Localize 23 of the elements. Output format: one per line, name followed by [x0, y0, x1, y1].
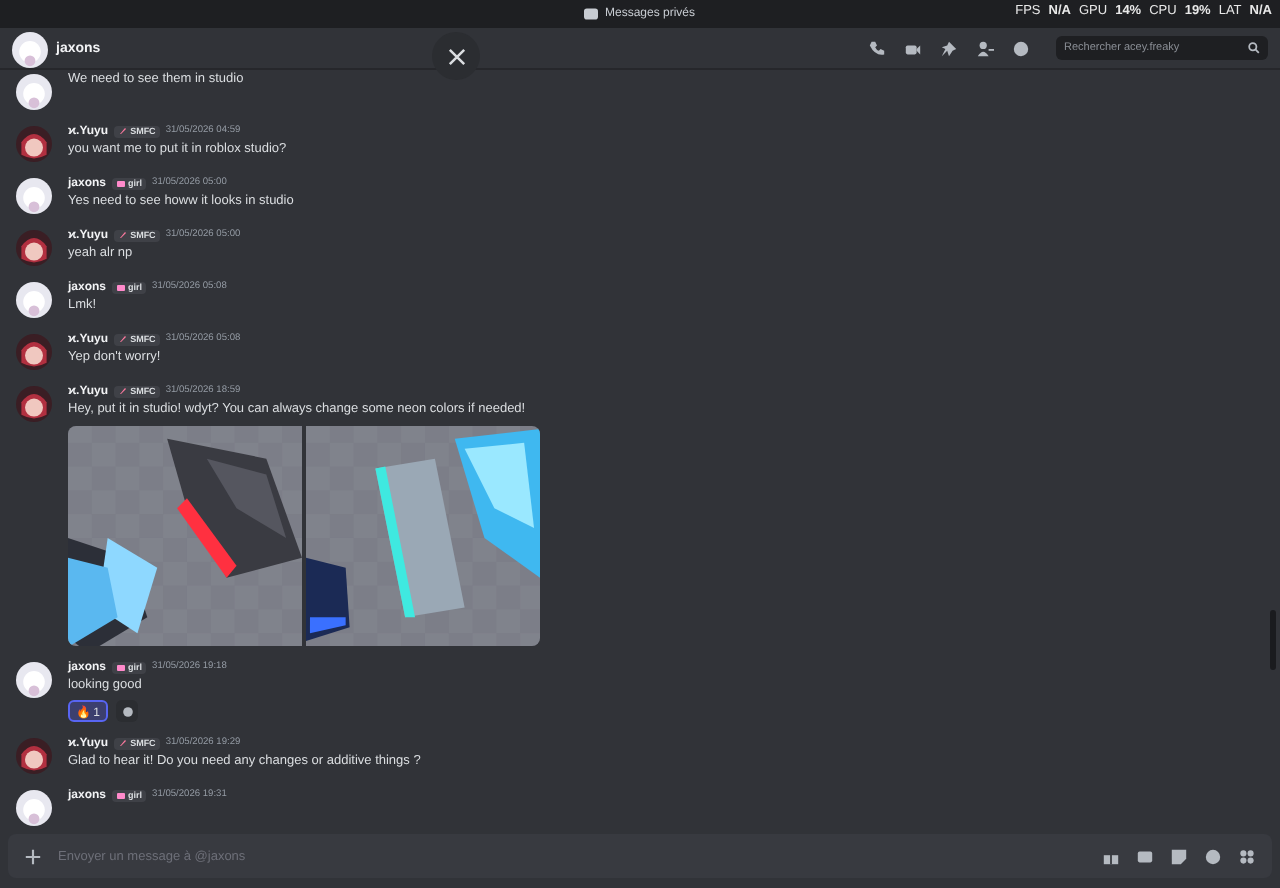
avatar[interactable]: [16, 662, 52, 698]
close-button[interactable]: [432, 32, 480, 80]
chat-icon: [584, 8, 599, 20]
plus-icon[interactable]: [24, 847, 42, 865]
avatar[interactable]: [16, 790, 52, 826]
close-icon: [447, 47, 465, 65]
search-icon: [1248, 42, 1260, 54]
sticker-icon[interactable]: [1170, 847, 1188, 865]
avatar[interactable]: [16, 178, 52, 214]
avatar[interactable]: [12, 31, 48, 67]
video-icon[interactable]: [904, 39, 922, 57]
avatar[interactable]: [16, 282, 52, 318]
avatar[interactable]: [16, 126, 52, 162]
pin-icon[interactable]: [940, 39, 958, 57]
avatar[interactable]: [16, 738, 52, 774]
add-reaction-button[interactable]: [116, 700, 139, 722]
apps-icon[interactable]: [1238, 847, 1256, 865]
avatar[interactable]: [16, 386, 52, 422]
avatar[interactable]: [16, 230, 52, 266]
avatar[interactable]: [16, 334, 52, 370]
add-friend-icon[interactable]: [976, 39, 994, 57]
phone-icon[interactable]: [868, 39, 886, 57]
avatar[interactable]: [16, 74, 52, 110]
